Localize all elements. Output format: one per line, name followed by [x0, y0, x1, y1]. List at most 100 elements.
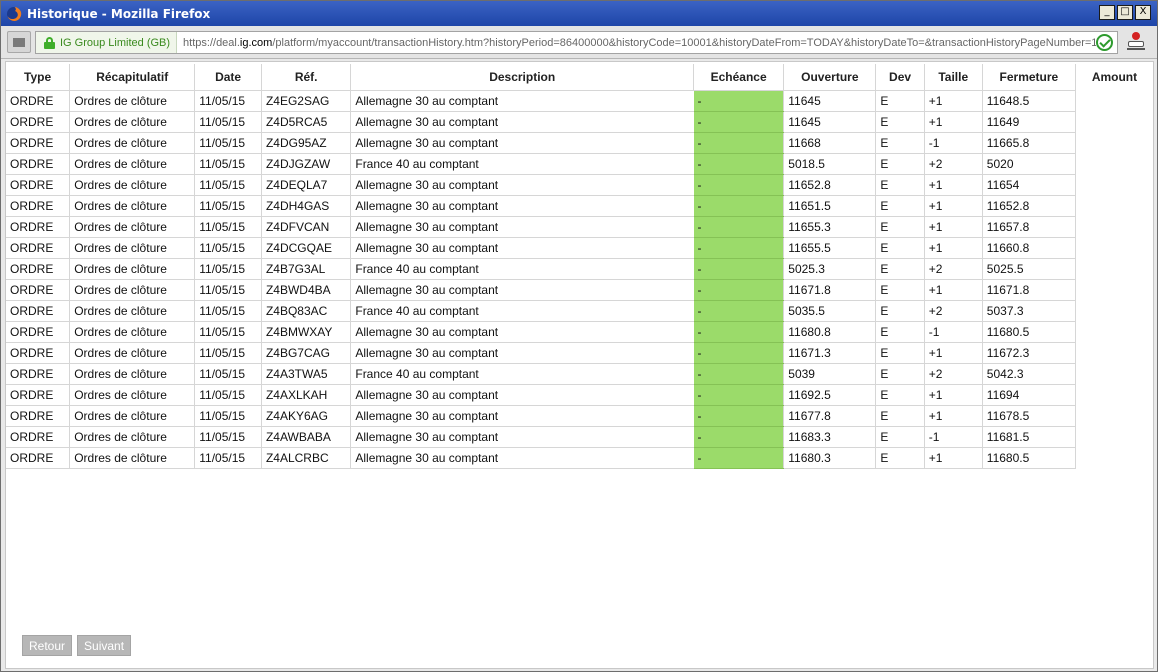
cell-echeance: -	[693, 153, 785, 175]
cell-description: Allemagne 30 au comptant	[350, 342, 499, 364]
cell-echeance: -	[693, 111, 785, 133]
cell-recapitulatif: Ordres de clôture	[69, 321, 196, 343]
header-taille[interactable]: Taille	[924, 64, 983, 91]
cell-fermeture: 11660.8	[982, 237, 1076, 259]
cell-date: 11/05/15	[194, 216, 262, 238]
cell-recapitulatif: Ordres de clôture	[69, 174, 196, 196]
table-row[interactable]: ORDRE Ordres de clôture 11/05/15 Z4B7G3AL Fr…	[6, 258, 1153, 280]
cell-taille: -1	[924, 426, 983, 448]
header-ref[interactable]: Réf.	[261, 64, 352, 91]
header-recapitulatif[interactable]: Récapitulatif	[69, 64, 196, 91]
description-overflow-area	[498, 90, 694, 112]
cell-date: 11/05/15	[194, 111, 262, 133]
cell-dev: E	[875, 216, 925, 238]
cell-description: Allemagne 30 au comptant	[350, 321, 499, 343]
back-button[interactable]: Retour	[22, 635, 73, 656]
cell-recapitulatif: Ordres de clôture	[69, 195, 196, 217]
header-echeance[interactable]: Echéance	[693, 64, 785, 91]
header-description[interactable]: Description	[350, 64, 695, 91]
table-row[interactable]: ORDRE Ordres de clôture 11/05/15 Z4DFVCAN Al…	[6, 216, 1153, 238]
cell-description: Allemagne 30 au comptant	[350, 384, 499, 406]
cell-dev: E	[875, 321, 925, 343]
cell-description: Allemagne 30 au comptant	[350, 237, 499, 259]
cell-type: ORDRE	[6, 174, 71, 196]
table-row[interactable]: ORDRE Ordres de clôture 11/05/15 Z4DCGQAE Al…	[6, 237, 1153, 259]
cell-echeance: -	[693, 405, 785, 427]
cell-type: ORDRE	[6, 153, 71, 175]
cell-echeance: -	[693, 300, 785, 322]
cell-type: ORDRE	[6, 405, 71, 427]
maximize-button[interactable]: □	[1117, 5, 1133, 20]
cell-description: France 40 au comptant	[350, 300, 499, 322]
cell-description: Allemagne 30 au comptant	[350, 132, 499, 154]
header-fermeture[interactable]: Fermeture	[982, 64, 1076, 91]
table-row[interactable]: ORDRE Ordres de clôture 11/05/15 Z4AWBABA Al…	[6, 426, 1153, 448]
cell-fermeture: 5042.3	[982, 363, 1076, 385]
description-overflow-area	[498, 111, 694, 133]
table-row[interactable]: ORDRE Ordres de clôture 11/05/15 Z4BQ83AC Fr…	[6, 300, 1153, 322]
header-dev[interactable]: Dev	[875, 64, 925, 91]
table-row[interactable]: ORDRE Ordres de clôture 11/05/15 Z4AXLKAH Al…	[6, 384, 1153, 406]
cell-description: France 40 au comptant	[350, 363, 499, 385]
header-type[interactable]: Type	[6, 64, 71, 91]
cell-ref: Z4BQ83AC	[261, 300, 352, 322]
cell-taille: +1	[924, 384, 983, 406]
cell-ouverture: 11671.8	[783, 279, 877, 301]
table-row[interactable]: ORDRE Ordres de clôture 11/05/15 Z4BMWXAY Al…	[6, 321, 1153, 343]
cell-ref: Z4DEQLA7	[261, 174, 352, 196]
site-identity[interactable]: IG Group Limited (GB)	[36, 32, 178, 53]
cell-description: Allemagne 30 au comptant	[350, 279, 499, 301]
description-overflow-area	[498, 342, 694, 364]
cell-taille: +1	[924, 216, 983, 238]
table-row[interactable]: ORDRE Ordres de clôture 11/05/15 Z4DH4GAS Al…	[6, 195, 1153, 217]
cell-date: 11/05/15	[194, 405, 262, 427]
cell-fermeture: 11648.5	[982, 90, 1076, 112]
notification-bell-icon[interactable]	[1127, 32, 1145, 52]
cell-ouverture: 11655.5	[783, 237, 877, 259]
page-content: Type Récapitulatif Date Réf. Description…	[5, 61, 1154, 669]
table-row[interactable]: ORDRE Ordres de clôture 11/05/15 Z4EG2SAG Al…	[6, 90, 1153, 112]
table-row[interactable]: ORDRE Ordres de clôture 11/05/15 Z4AKY6AG Al…	[6, 405, 1153, 427]
cell-date: 11/05/15	[194, 153, 262, 175]
cell-description: Allemagne 30 au comptant	[350, 174, 499, 196]
cell-description: Allemagne 30 au comptant	[350, 447, 499, 469]
table-row[interactable]: ORDRE Ordres de clôture 11/05/15 Z4A3TWA5 Fr…	[6, 363, 1153, 385]
cell-fermeture: 11649	[982, 111, 1076, 133]
title-bar[interactable]: Historique - Mozilla Firefox _ □ X	[1, 1, 1157, 26]
cell-dev: E	[875, 384, 925, 406]
cell-date: 11/05/15	[194, 279, 262, 301]
cell-fermeture: 11681.5	[982, 426, 1076, 448]
header-date[interactable]: Date	[194, 64, 262, 91]
cell-ouverture: 5035.5	[783, 300, 877, 322]
table-row[interactable]: ORDRE Ordres de clôture 11/05/15 Z4BWD4BA Al…	[6, 279, 1153, 301]
cell-type: ORDRE	[6, 426, 71, 448]
table-row[interactable]: ORDRE Ordres de clôture 11/05/15 Z4DEQLA7 Al…	[6, 174, 1153, 196]
cell-echeance: -	[693, 321, 785, 343]
close-button[interactable]: X	[1135, 5, 1151, 20]
table-row[interactable]: ORDRE Ordres de clôture 11/05/15 Z4D5RCA5 Al…	[6, 111, 1153, 133]
next-button[interactable]: Suivant	[77, 635, 132, 656]
cell-ouverture: 11671.3	[783, 342, 877, 364]
table-row[interactable]: ORDRE Ordres de clôture 11/05/15 Z4DG95AZ Al…	[6, 132, 1153, 154]
url-text[interactable]: https://deal.ig.com/platform/myaccount/t…	[177, 37, 1096, 49]
cell-echeance: -	[693, 237, 785, 259]
cell-fermeture: 11654	[982, 174, 1076, 196]
cell-dev: E	[875, 132, 925, 154]
table-row[interactable]: ORDRE Ordres de clôture 11/05/15 Z4ALCRBC Al…	[6, 447, 1153, 469]
url-field[interactable]: IG Group Limited (GB) https://deal.ig.co…	[35, 31, 1118, 54]
lock-icon	[44, 36, 55, 49]
cell-ouverture: 11645	[783, 111, 877, 133]
cell-type: ORDRE	[6, 279, 71, 301]
minimize-button[interactable]: _	[1099, 5, 1115, 20]
verified-check-icon[interactable]	[1096, 34, 1113, 51]
table-row[interactable]: ORDRE Ordres de clôture 11/05/15 Z4BG7CAG Al…	[6, 342, 1153, 364]
cell-fermeture: 11694	[982, 384, 1076, 406]
tab-groups-icon[interactable]	[7, 31, 31, 53]
cell-echeance: -	[693, 426, 785, 448]
description-overflow-area	[498, 447, 694, 469]
header-amount[interactable]: Amount	[1075, 64, 1153, 90]
header-ouverture[interactable]: Ouverture	[783, 64, 877, 91]
cell-echeance: -	[693, 342, 785, 364]
table-row[interactable]: ORDRE Ordres de clôture 11/05/15 Z4DJGZAW Fr…	[6, 153, 1153, 175]
cell-type: ORDRE	[6, 342, 71, 364]
